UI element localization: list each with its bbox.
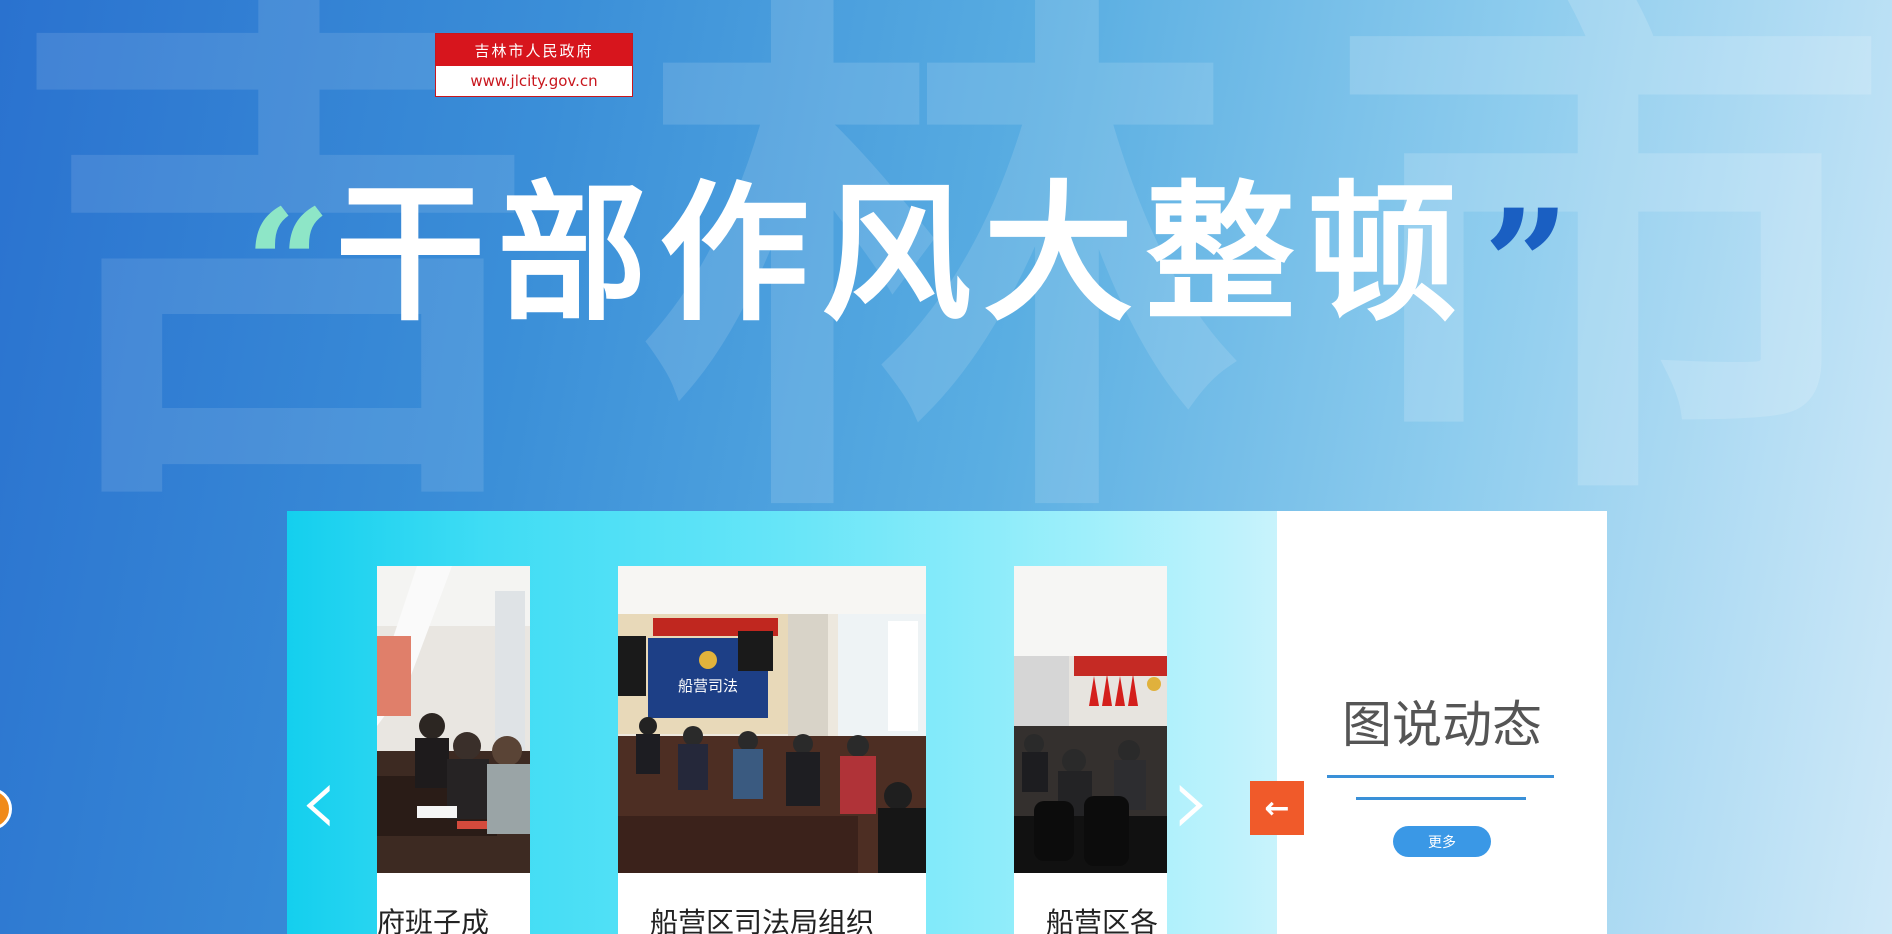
carousel-card-left[interactable]: 府班子成 (377, 566, 530, 934)
floating-side-badge[interactable] (0, 788, 12, 830)
carousel-caption-right[interactable]: 船营区各 (1014, 873, 1167, 934)
close-quote-mark: ” (1483, 177, 1570, 353)
carousel-card-right[interactable]: 船营区各 (1014, 566, 1167, 934)
chevron-left-icon[interactable]: ‹ (299, 751, 339, 851)
chevron-right-icon[interactable]: › (1172, 751, 1212, 851)
site-logo[interactable]: 吉林市人民政府 www.jlcity.gov.cn (435, 33, 633, 97)
logo-title: 吉林市人民政府 (436, 34, 632, 66)
title-underline-long (1327, 775, 1554, 778)
carousel-photo-right (1014, 566, 1167, 873)
more-button[interactable]: 更多 (1393, 826, 1491, 857)
carousel-photo-center: 船营司法 (618, 566, 926, 873)
title-underline-short (1356, 797, 1526, 800)
open-quote-mark: “ (245, 177, 332, 353)
svg-text:船营司法: 船营司法 (678, 677, 738, 695)
photo-carousel: 府班子成 船营司法 船营区司法局组织 船营区各 ‹ › (287, 511, 1277, 934)
carousel-photo-left (377, 566, 530, 873)
arrow-left-icon[interactable]: ← (1250, 781, 1304, 835)
carousel-card-center[interactable]: 船营司法 船营区司法局组织 (618, 566, 926, 934)
news-section-panel: 图说动态 更多 (1277, 511, 1607, 934)
carousel-caption-center[interactable]: 船营区司法局组织 (618, 873, 926, 934)
section-title: 图说动态 (1342, 696, 1542, 754)
carousel-caption-left[interactable]: 府班子成 (377, 873, 530, 934)
page-headline: “ 干部作风大整顿 ” (245, 170, 1570, 340)
headline-text: 干部作风大整顿 (335, 168, 1470, 342)
logo-url: www.jlcity.gov.cn (470, 72, 598, 90)
